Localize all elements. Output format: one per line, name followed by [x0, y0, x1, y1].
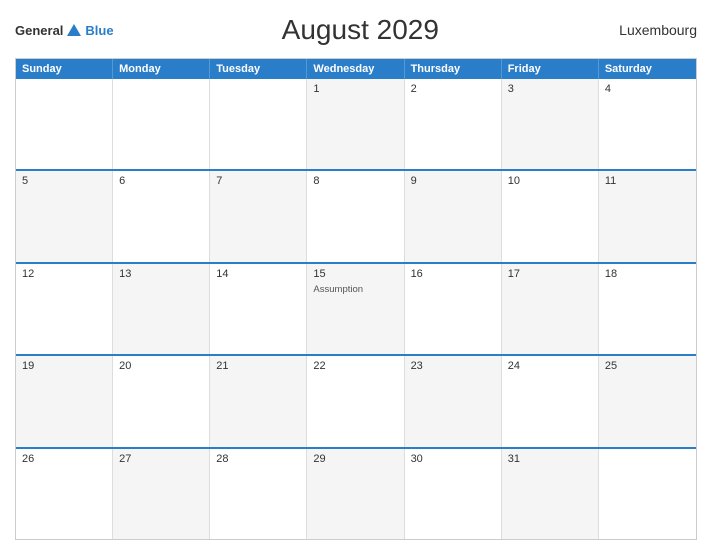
day-cell-10: 10 — [502, 171, 599, 261]
day-cell-1: 1 — [307, 79, 404, 169]
day-cell-17: 17 — [502, 264, 599, 354]
header-thursday: Thursday — [405, 59, 502, 79]
header-tuesday: Tuesday — [210, 59, 307, 79]
day-cell-empty-end — [599, 449, 696, 539]
logo-blue-text: Blue — [85, 23, 113, 38]
day-cell-24: 24 — [502, 356, 599, 446]
day-cell-22: 22 — [307, 356, 404, 446]
day-cell-9: 9 — [405, 171, 502, 261]
day-cell-empty — [210, 79, 307, 169]
day-cell-11: 11 — [599, 171, 696, 261]
day-cell-23: 23 — [405, 356, 502, 446]
day-cell-26: 26 — [16, 449, 113, 539]
day-cell-29: 29 — [307, 449, 404, 539]
logo-general-text: General — [15, 23, 63, 38]
day-cell-4: 4 — [599, 79, 696, 169]
header-wednesday: Wednesday — [307, 59, 404, 79]
day-cell-18: 18 — [599, 264, 696, 354]
weeks-container: 1 2 3 4 5 6 7 8 9 10 11 12 13 14 15 — [16, 79, 696, 539]
header-sunday: Sunday — [16, 59, 113, 79]
day-cell-15: 15 Assumption — [307, 264, 404, 354]
day-cell-empty — [113, 79, 210, 169]
day-cell-30: 30 — [405, 449, 502, 539]
day-cell-2: 2 — [405, 79, 502, 169]
header: General Blue August 2029 Luxembourg — [15, 10, 697, 50]
week-row-4: 19 20 21 22 23 24 25 — [16, 354, 696, 446]
country-label: Luxembourg — [607, 22, 697, 38]
day-cell-20: 20 — [113, 356, 210, 446]
day-cell-14: 14 — [210, 264, 307, 354]
day-cell-12: 12 — [16, 264, 113, 354]
day-cell-5: 5 — [16, 171, 113, 261]
day-cell-6: 6 — [113, 171, 210, 261]
calendar-page: General Blue August 2029 Luxembourg Sund… — [0, 0, 712, 550]
header-saturday: Saturday — [599, 59, 696, 79]
day-cell-31: 31 — [502, 449, 599, 539]
day-cell-28: 28 — [210, 449, 307, 539]
day-cell-21: 21 — [210, 356, 307, 446]
day-cell-7: 7 — [210, 171, 307, 261]
day-cell-13: 13 — [113, 264, 210, 354]
month-title: August 2029 — [114, 14, 607, 46]
logo-triangle-icon — [67, 24, 81, 36]
day-cell-8: 8 — [307, 171, 404, 261]
day-cell-16: 16 — [405, 264, 502, 354]
day-cell-19: 19 — [16, 356, 113, 446]
logo: General Blue — [15, 23, 114, 38]
week-row-1: 1 2 3 4 — [16, 79, 696, 169]
day-cell-3: 3 — [502, 79, 599, 169]
day-cell-empty — [16, 79, 113, 169]
day-cell-25: 25 — [599, 356, 696, 446]
header-monday: Monday — [113, 59, 210, 79]
week-row-5: 26 27 28 29 30 31 — [16, 447, 696, 539]
day-headers-row: Sunday Monday Tuesday Wednesday Thursday… — [16, 59, 696, 79]
day-cell-27: 27 — [113, 449, 210, 539]
week-row-3: 12 13 14 15 Assumption 16 17 18 — [16, 262, 696, 354]
header-friday: Friday — [502, 59, 599, 79]
calendar-grid: Sunday Monday Tuesday Wednesday Thursday… — [15, 58, 697, 540]
week-row-2: 5 6 7 8 9 10 11 — [16, 169, 696, 261]
